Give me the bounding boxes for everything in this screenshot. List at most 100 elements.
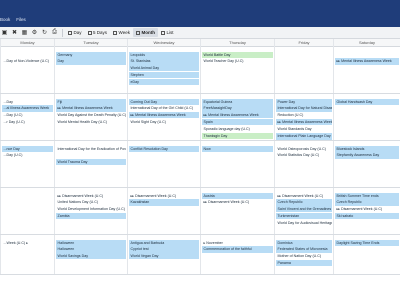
calendar-event[interactable]: FreeMassightDay [202,105,273,112]
day-cell[interactable]: Austria ▸▸ Disarmament Week (U.C) [200,188,274,234]
calendar-icon[interactable]: ▦ [20,28,29,38]
day-cell[interactable]: Daylight Saving Time Ends [333,235,400,274]
day-cell[interactable]: Coming Out Day International Day of the G… [127,94,200,140]
print-icon[interactable]: ⎙ [50,28,59,38]
calendar-event[interactable]: World Day for Audiovisual Heritage (U.C) [276,220,333,226]
view-list-button[interactable]: List [158,28,177,37]
calendar-event[interactable]: Commemoration of the faithful [202,246,273,253]
save-icon[interactable]: ▣ [0,28,9,38]
day-cell[interactable]: Germany Day [54,47,127,93]
calendar-event[interactable]: International Day for the Eradication of… [56,146,127,152]
day-cell[interactable] [274,47,333,93]
calendar-event[interactable]: World Day Against the Death Penalty (U.C… [56,112,127,118]
calendar-event[interactable]: Conflict Resolution Day [129,145,199,152]
calendar-event[interactable]: ▸▸ Mental Illness Awareness Week [202,112,273,119]
calendar-event[interactable]: Power Day [276,98,332,105]
calendar-event[interactable]: ▸▸ Mental Illness Awareness Week [129,112,199,119]
calendar-event[interactable]: Austria [202,192,273,199]
calendar-event[interactable]: International Plain Language Day [276,132,332,139]
day-cell[interactable]: ...nce Day ...Day (U.C) [0,141,54,187]
calendar-event[interactable]: ▸ November [202,240,273,246]
calendar-event[interactable]: ▸▸ Disarmament Week (U.C) [129,193,199,199]
calendar-event[interactable]: ...r Day (U.C) [2,119,53,125]
calendar-event[interactable]: Ice Box day [276,139,332,140]
calendar-event[interactable]: ...Day (U.C) [2,112,53,118]
calendar-event[interactable]: World Development Information Day (U.C) [56,206,126,212]
calendar-event[interactable]: ...Day [2,99,53,105]
calendar-event[interactable]: World Trauma Day [56,159,126,166]
calendar-event[interactable]: World Standards Day [276,126,332,132]
view-day-button[interactable]: Day [65,28,85,37]
day-cell[interactable]: Dominica Federated States of Micronesia Mo… [274,235,333,274]
calendar-event[interactable]: ...Day of Non-Violence (U.C) [2,58,53,64]
view-5days-button[interactable]: 5 Days [85,28,111,37]
calendar-event[interactable]: World Statistics Day (U.C) [276,152,332,158]
calendar-event[interactable]: Czech Republic [276,199,332,206]
calendar-event[interactable]: Ski sabato [335,212,399,220]
menu-item-book[interactable]: Book [0,14,10,26]
calendar-event[interactable]: British Summer Time ends [335,192,399,199]
calendar-event[interactable]: Germany [56,51,126,58]
calendar-event[interactable]: Stepfamily Awareness Day [335,152,399,159]
day-cell[interactable]: ...Day of Non-Violence (U.C) [0,47,54,93]
calendar-event[interactable]: World Mental Health Day (U.C) [56,119,126,125]
calendar-event[interactable]: ...Day (U.C) [2,152,53,158]
calendar-event[interactable]: ▸▸ Mental Illness Awareness Week [276,118,332,126]
calendar-event[interactable]: ▸▸ Disarmament Week (U.C) [276,193,332,199]
calendar-event[interactable]: Antigua and Barbuda [129,239,199,246]
calendar-event[interactable]: ...nce Day [2,145,53,152]
day-cell[interactable]: Bluestock Islands Stepfamily Awareness Da… [333,141,400,187]
calendar-event[interactable]: ▸▸ Disarmament Week (U.C) [335,206,399,212]
day-cell[interactable]: ...Day ...al Illness Awareness Week ...Day… [0,94,54,140]
refresh-icon[interactable]: ↻ [40,28,49,38]
menu-item-files[interactable]: Files [16,14,26,26]
delete-icon[interactable]: ✖ [10,28,19,38]
day-cell[interactable]: Equatorial Guinea FreeMassightDay ▸▸ Menta… [200,94,274,140]
day-cell[interactable]: British Summer Time ends Czech Republic ▸▸… [333,188,400,234]
day-cell[interactable]: International Day for the Eradication of… [54,141,127,187]
calendar-event[interactable]: World Osteoporosis Day (U.C) [276,146,332,152]
day-cell[interactable]: World Osteoporosis Day (U.C) World Statis… [274,141,333,187]
day-cell[interactable]: Conflict Resolution Day [127,141,200,187]
day-cell[interactable]: ...Week (U.C) ▸ [0,235,54,274]
calendar-event[interactable]: International Day of the Girl Child (U.C… [129,105,199,111]
calendar-event[interactable]: Dominica [276,239,332,246]
day-cell[interactable]: Fiji ▸▸ Mental Illness Awareness Week Worl… [54,94,127,140]
calendar-event[interactable]: ▸▸ Disarmament Week (U.C) [56,193,126,199]
calendar-event[interactable]: ▸▸ Mental Illness Awareness Week [335,58,399,65]
calendar-event[interactable]: World Savings Day [56,253,126,260]
calendar-event[interactable]: Zambia [56,212,126,220]
calendar-event[interactable]: ▸▸ Disarmament Week (U.C) [202,199,273,205]
calendar-event[interactable]: Day [56,58,126,65]
calendar-event[interactable]: Leopolds [129,51,199,58]
calendar-event[interactable]: ▸▸ Mental Illness Awareness Week [56,105,126,112]
calendar-event[interactable]: Stephen [129,71,199,79]
day-cell[interactable]: ▸ November Commemoration of the faithful [200,235,274,274]
settings-icon[interactable]: ⚙ [30,28,39,38]
day-cell[interactable]: Leopolds St. Stanislas World Animal Day Ste… [127,47,200,93]
calendar-event[interactable]: Bluestock Islands [335,145,399,152]
calendar-event[interactable]: Saint Vincent and the Grenadines [276,206,332,213]
calendar-event[interactable]: Cypriot test [129,246,199,253]
day-cell[interactable]: ▸▸ Disarmament Week (U.C) Kazakhstan [127,188,200,234]
calendar-event[interactable]: Coming Out Day [129,98,199,105]
calendar-event[interactable]: Panama [276,259,332,267]
calendar-event[interactable]: World Battle Day [202,51,273,58]
calendar-event[interactable]: Reduction (U.C) [276,112,332,118]
calendar-event[interactable]: United Nations Day (U.C) [56,199,126,205]
day-cell[interactable]: ▸▸ Disarmament Week (U.C) United Nations … [54,188,127,234]
view-week-button[interactable]: Week [110,28,133,37]
calendar-event[interactable]: Czech Republic [335,199,399,206]
calendar-event[interactable]: Fiji [56,98,126,105]
calendar-event[interactable]: Turkmenistan [276,212,332,220]
calendar-event[interactable]: ...Week (U.C) ▸ [2,240,53,246]
day-cell[interactable]: Global Handwash Day [333,94,400,140]
calendar-event[interactable]: ...al Illness Awareness Week [2,105,53,112]
calendar-event[interactable]: World Teacher Day (U.C) [202,58,273,64]
calendar-event[interactable]: Global Handwash Day [335,98,399,105]
calendar-event[interactable]: Daylight Saving Time Ends [335,239,399,246]
view-month-button[interactable]: Month [132,28,158,37]
calendar-event[interactable]: Kazakhstan [129,199,199,206]
day-cell[interactable]: ▸▸ Mental Illness Awareness Week [333,47,400,93]
calendar-event[interactable]: Federated States of Micronesia [276,246,332,253]
